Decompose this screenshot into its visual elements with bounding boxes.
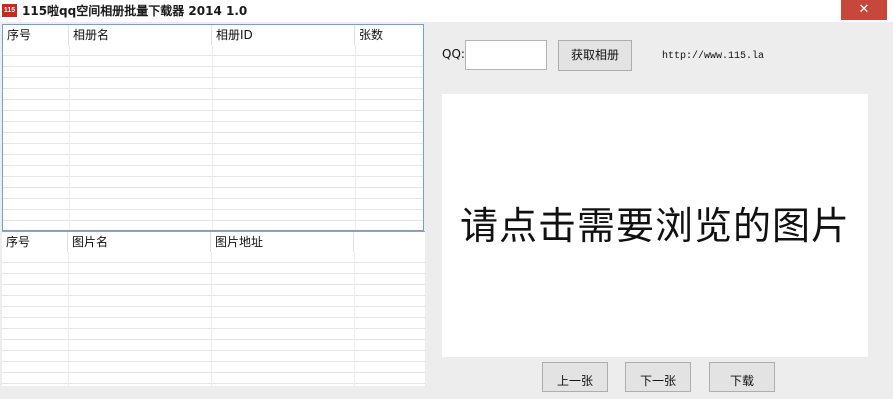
photo-list[interactable]: 序号 图片名 图片地址 <box>2 231 425 386</box>
photo-list-rows <box>2 252 425 386</box>
photo-col-index[interactable]: 序号 <box>2 232 68 252</box>
photo-col-name[interactable]: 图片名 <box>68 232 211 252</box>
album-col-divider <box>212 45 213 230</box>
album-col-id[interactable]: 相册ID <box>212 25 355 45</box>
photo-col-divider <box>211 252 212 386</box>
next-image-button[interactable]: 下一张 <box>625 362 691 392</box>
qq-input[interactable] <box>465 40 547 70</box>
album-list[interactable]: 序号 相册名 相册ID 张数 <box>2 24 424 231</box>
website-link[interactable]: http://www.115.la <box>662 50 764 64</box>
preview-placeholder-text: 请点击需要浏览的图片 <box>459 204 850 248</box>
album-list-rows <box>3 45 423 230</box>
close-button[interactable]: ✕ <box>841 0 887 20</box>
album-col-name[interactable]: 相册名 <box>69 25 212 45</box>
album-list-header: 序号 相册名 相册ID 张数 <box>3 25 423 45</box>
album-col-divider <box>69 45 70 230</box>
photo-list-header: 序号 图片名 图片地址 <box>2 232 425 252</box>
photo-col-divider <box>354 252 355 386</box>
download-button[interactable]: 下载 <box>709 362 775 392</box>
album-col-divider <box>355 45 356 230</box>
app-icon: 115 <box>2 4 17 17</box>
photo-col-divider <box>68 252 69 386</box>
window-title: 115啦qq空间相册批量下载器 2014 1.0 <box>22 4 248 18</box>
title-bar: 115 115啦qq空间相册批量下载器 2014 1.0 ✕ <box>0 0 893 22</box>
album-col-count[interactable]: 张数 <box>355 25 423 45</box>
album-col-index[interactable]: 序号 <box>3 25 69 45</box>
image-preview[interactable]: 请点击需要浏览的图片 <box>442 94 868 357</box>
qq-label: QQ: <box>442 47 465 61</box>
photo-col-url[interactable]: 图片地址 <box>211 232 354 252</box>
prev-image-button[interactable]: 上一张 <box>542 362 608 392</box>
fetch-albums-button[interactable]: 获取相册 <box>558 40 632 71</box>
